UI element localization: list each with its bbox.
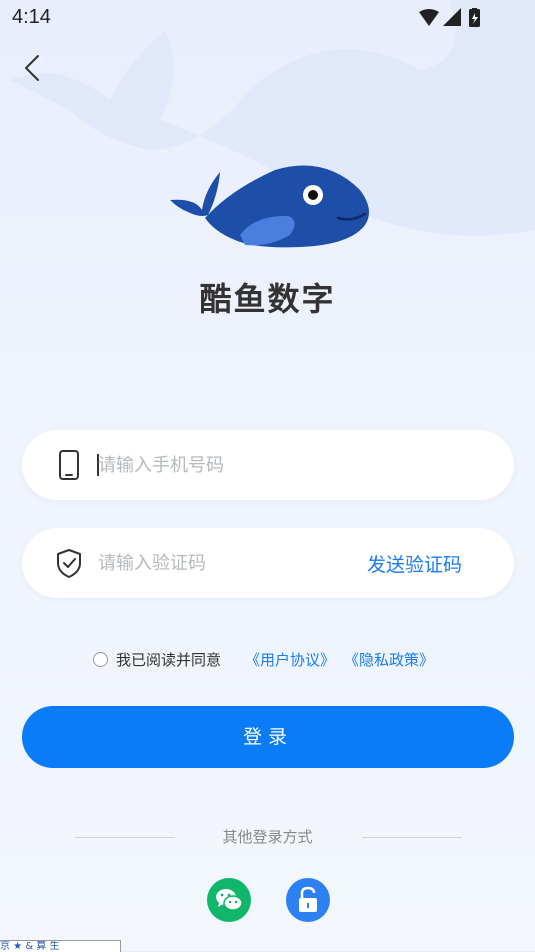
phone-icon: [59, 450, 79, 480]
app-name: 酷鱼数字: [199, 280, 336, 318]
login-button[interactable]: 登录: [22, 706, 514, 768]
agreement-checkbox[interactable]: [93, 652, 108, 667]
password-login-button[interactable]: [286, 878, 330, 922]
status-icons: [419, 8, 480, 27]
divider-right: [362, 837, 462, 838]
status-time: 4:14: [12, 6, 51, 28]
privacy-policy-link[interactable]: 《隐私政策》: [344, 649, 434, 670]
agreement-text: 我已阅读并同意: [116, 651, 222, 669]
verification-code-input[interactable]: [98, 528, 358, 598]
phone-input[interactable]: [98, 430, 358, 500]
wifi-icon: [419, 9, 439, 26]
code-field[interactable]: 发送验证码: [22, 528, 514, 598]
back-button[interactable]: [18, 52, 48, 84]
lock-icon: [299, 886, 317, 912]
phone-field[interactable]: [22, 430, 514, 500]
wechat-login-button[interactable]: [207, 878, 251, 922]
shield-check-icon: [57, 549, 81, 578]
status-bar: 4:14: [0, 0, 535, 36]
whale-logo: [170, 165, 369, 248]
user-agreement-link[interactable]: 《用户协议》: [245, 649, 335, 670]
send-code-button[interactable]: 发送验证码: [367, 550, 462, 577]
bottom-tag: 京 ★ & 算 生: [0, 940, 121, 952]
signal-icon: [443, 8, 461, 26]
wechat-icon: [216, 889, 243, 911]
